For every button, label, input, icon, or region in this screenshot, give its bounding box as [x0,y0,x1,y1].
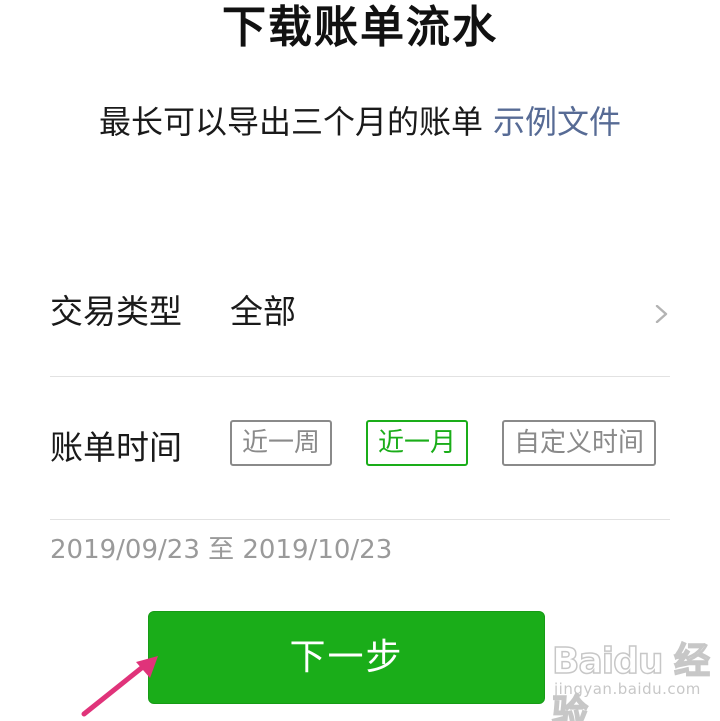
date-range-text: 2019/09/23 至 2019/10/23 [50,535,393,565]
transaction-type-value: 全部 [230,292,296,331]
option-last-week[interactable]: 近一周 [230,420,332,466]
page-title: 下载账单流水 [222,2,498,53]
transaction-type-label: 交易类型 [50,292,182,331]
divider [50,376,670,377]
bill-time-label: 账单时间 [50,428,182,467]
example-file-link[interactable]: 示例文件 [493,103,621,141]
divider [50,519,670,520]
watermark-url: jingyan.baidu.com [554,680,701,698]
subtitle-line: 最长可以导出三个月的账单 示例文件 [0,100,720,144]
baidu-jingyan-watermark: Baidu 经验 jingyan.baidu.com [546,628,716,721]
option-custom-time[interactable]: 自定义时间 [502,420,656,466]
chevron-right-icon [655,305,668,323]
watermark-brand: Baidu 经验 [551,640,711,721]
download-bill-page: 下载账单流水 最长可以导出三个月的账单 示例文件 交易类型 全部 账单时间 近一周… [0,0,720,721]
option-last-month[interactable]: 近一月 [366,420,468,466]
subtitle-text: 最长可以导出三个月的账单 [98,103,483,141]
annotation-arrow-icon [81,656,158,717]
next-button[interactable]: 下一步 [148,611,545,704]
